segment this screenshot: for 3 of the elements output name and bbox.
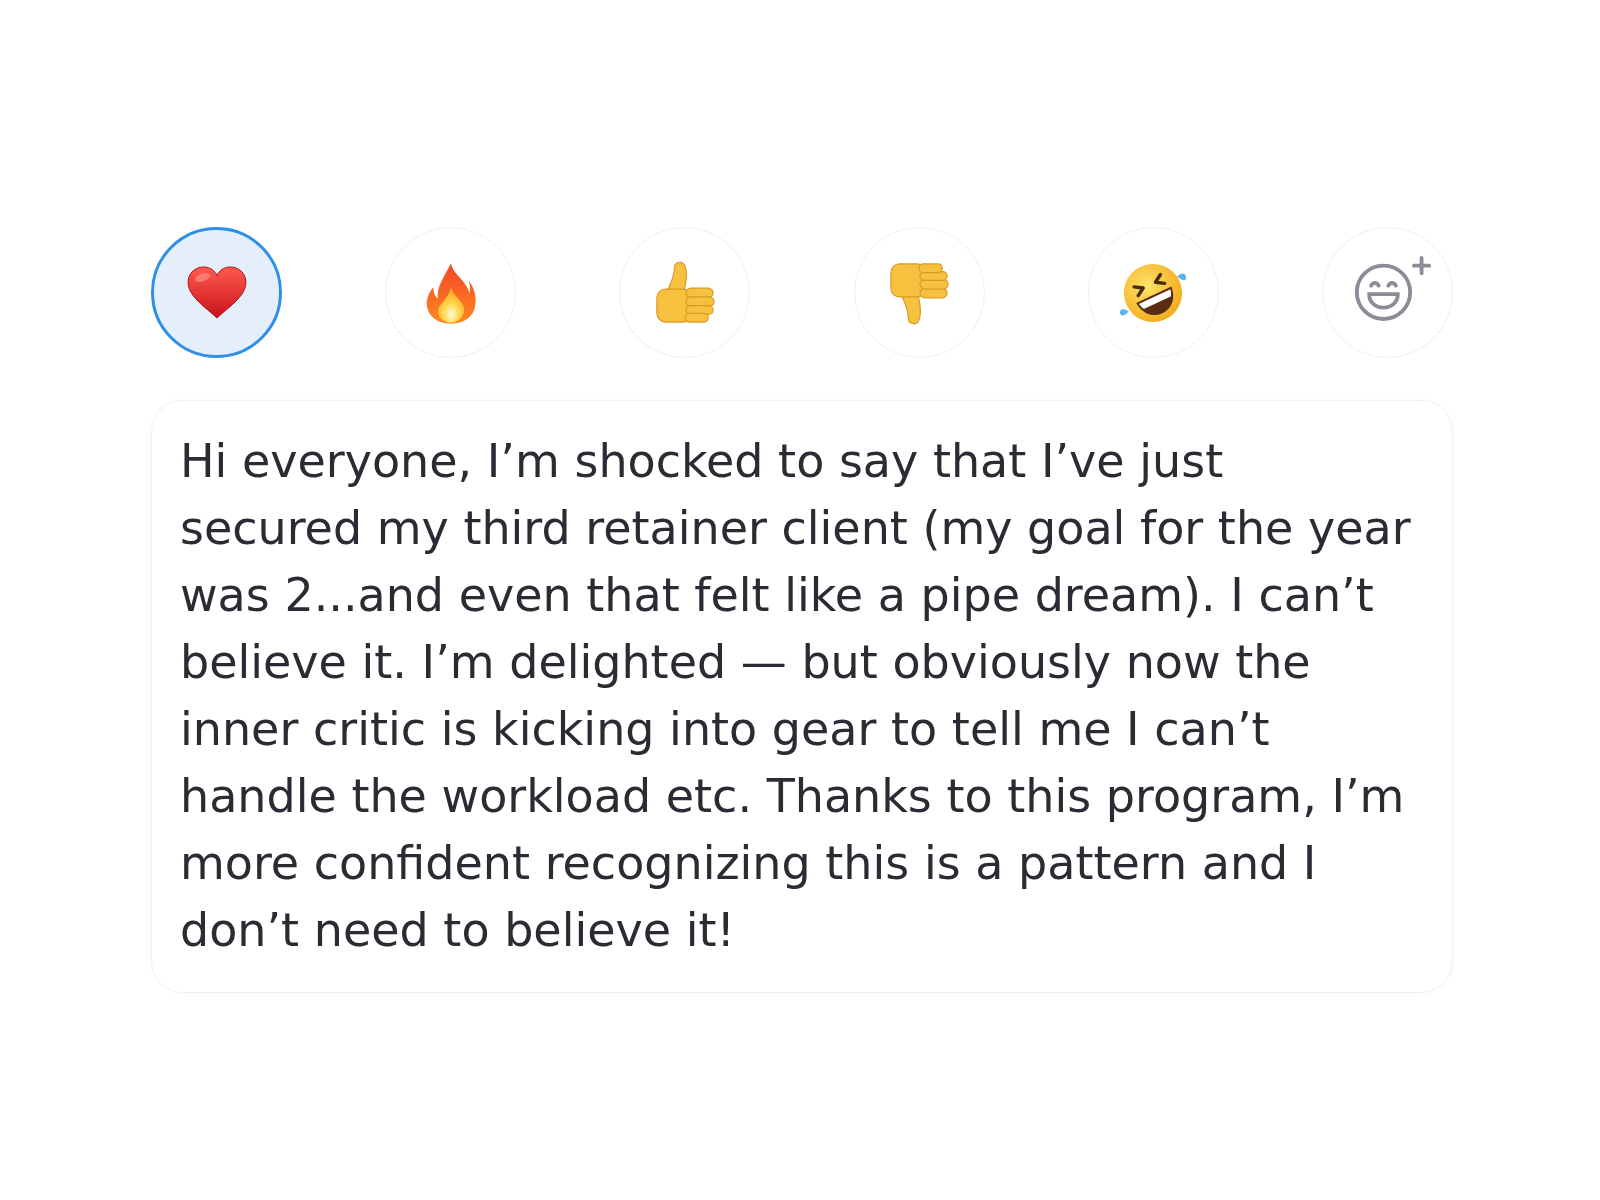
smiley-plus-icon bbox=[1353, 254, 1434, 323]
message-text: Hi everyone, I’m shocked to say that I’ve just secured my third retainer client (my goal for the year was 2...and even that felt like a pipe dream). I can’t believe it. I’m delighted — but obviously now the inner critic is kicking into gear to tell me I can’t handle the workload etc. Thanks to this program, I’m more confident recognizing this is a pattern and I don’t need to believe it! bbox=[180, 433, 1412, 959]
heart-icon bbox=[185, 265, 248, 320]
